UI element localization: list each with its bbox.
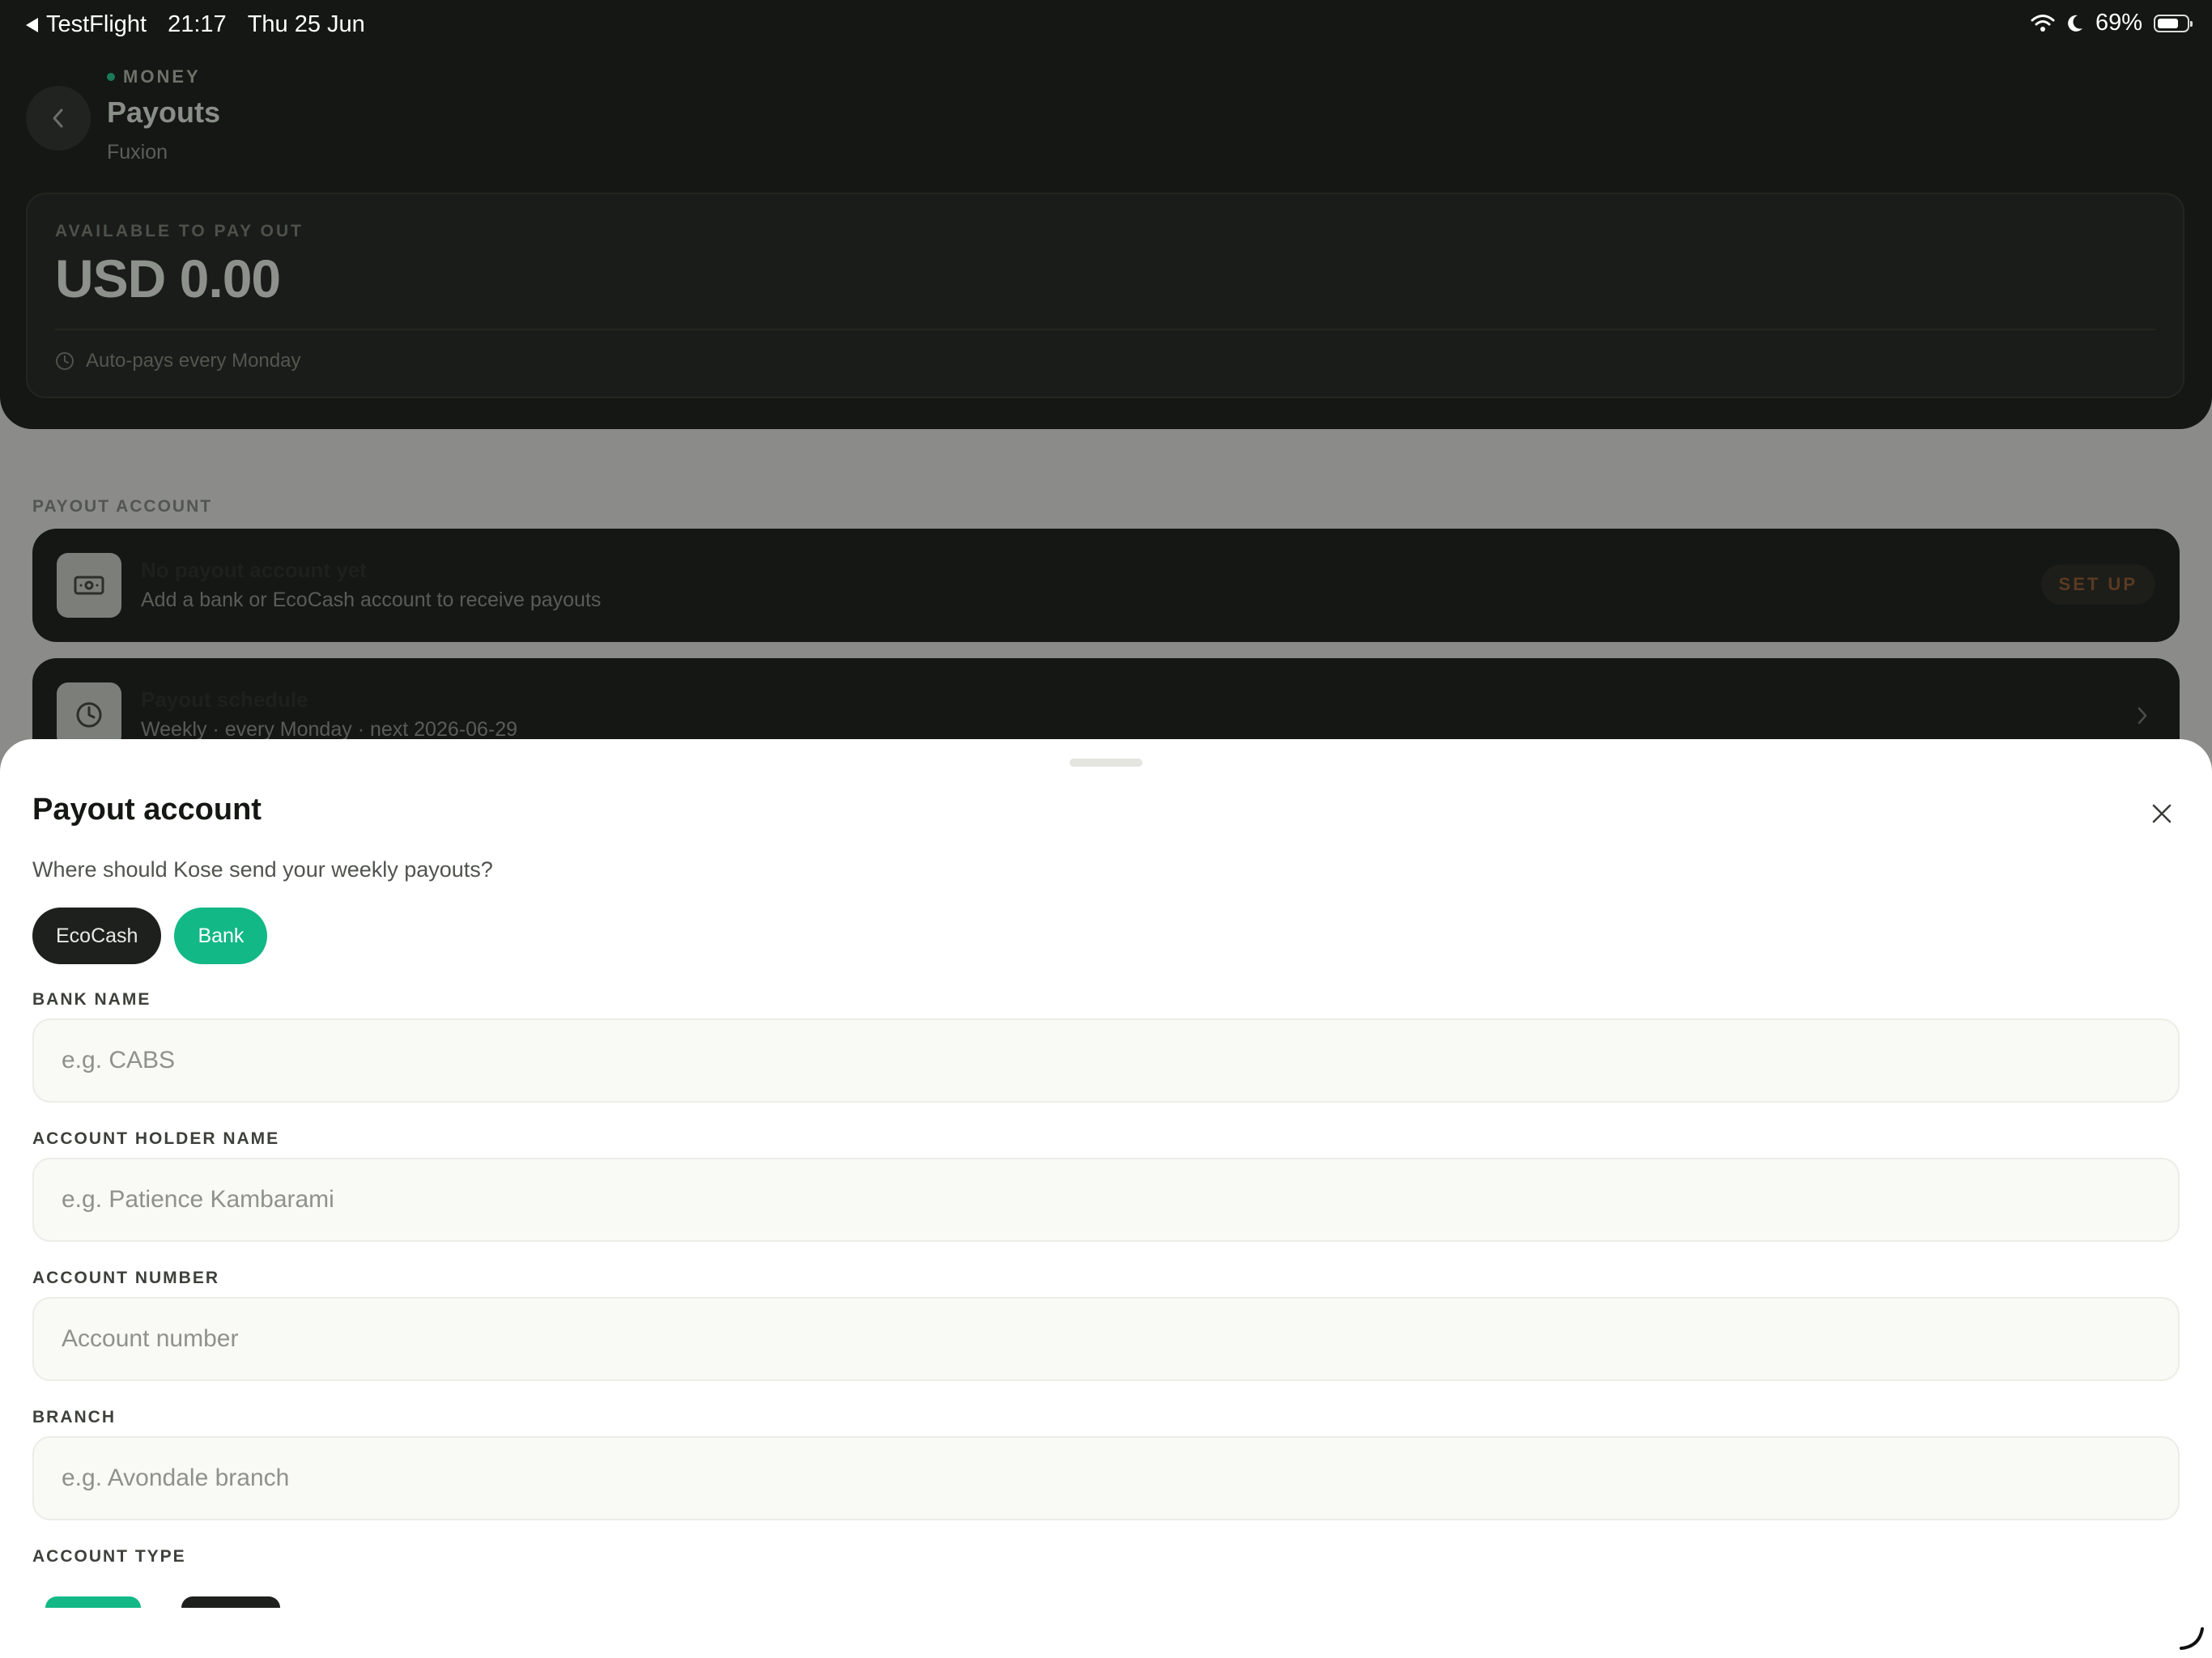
status-dot-icon — [107, 73, 115, 81]
account-number-label: ACCOUNT NUMBER — [32, 1269, 219, 1287]
balance-amount: USD 0.00 — [55, 249, 281, 308]
clock-icon — [56, 352, 74, 370]
status-time: 21:17 — [168, 11, 227, 37]
auto-pay-note: Auto-pays every Monday — [55, 350, 300, 372]
account-number-input[interactable] — [32, 1297, 2180, 1381]
battery-icon — [2154, 14, 2193, 32]
wifi-icon — [2031, 14, 2055, 32]
bank-name-input[interactable] — [32, 1018, 2180, 1103]
moon-icon — [2068, 15, 2082, 32]
account-holder-input[interactable] — [32, 1158, 2180, 1242]
status-date: Thu 25 Jun — [247, 11, 365, 37]
divider — [55, 329, 2155, 330]
account-type-option[interactable] — [45, 1596, 141, 1608]
payouts-header-panel: MONEY Payouts Fuxion AVAILABLE TO PAY OU… — [0, 0, 2212, 429]
close-icon — [2152, 804, 2172, 823]
branch-input[interactable] — [32, 1436, 2180, 1520]
payout-account-sheet: Payout account Where should Kose send yo… — [0, 739, 2212, 1658]
payout-schedule-title: Payout schedule — [141, 687, 308, 712]
back-app-label[interactable]: TestFlight — [46, 11, 147, 38]
payout-account-title: No payout account yet — [141, 558, 367, 582]
payout-account-section-label: PAYOUT ACCOUNT — [32, 497, 213, 516]
close-button[interactable] — [2144, 796, 2180, 831]
bank-name-label: BANK NAME — [32, 990, 151, 1009]
method-ecocash-button[interactable]: EcoCash — [32, 908, 162, 964]
corner-grabber-icon — [2180, 1627, 2204, 1650]
account-type-label: ACCOUNT TYPE — [32, 1547, 186, 1566]
balance-label: AVAILABLE TO PAY OUT — [55, 222, 304, 240]
status-bar: TestFlight 21:17 Thu 25 Jun 69% — [0, 0, 2212, 52]
branch-label: BRANCH — [32, 1408, 116, 1426]
banknote-icon — [57, 553, 121, 618]
payout-account-card[interactable]: No payout account yet Add a bank or EcoC… — [32, 529, 2180, 642]
back-button[interactable] — [26, 86, 91, 151]
account-holder-label: ACCOUNT HOLDER NAME — [32, 1129, 280, 1148]
account-type-option[interactable] — [181, 1596, 280, 1608]
sheet-subtitle: Where should Kose send your weekly payou… — [32, 857, 493, 882]
sheet-title: Payout account — [32, 793, 262, 827]
chevron-right-icon — [2138, 707, 2147, 725]
page-subtitle: Fuxion — [107, 141, 168, 164]
auto-pay-text: Auto-pays every Monday — [86, 350, 301, 372]
method-bank-button[interactable]: Bank — [174, 908, 268, 964]
sheet-grabber[interactable] — [1070, 759, 1142, 767]
balance-card: AVAILABLE TO PAY OUT USD 0.00 Auto-pays … — [26, 193, 2184, 398]
page-title: Payouts — [107, 96, 221, 129]
clock-icon — [57, 682, 121, 747]
payout-schedule-subtitle: Weekly · every Monday · next 2026-06-29 — [141, 718, 518, 741]
back-to-app-icon[interactable] — [26, 17, 38, 32]
section-kicker: MONEY — [107, 66, 201, 87]
chevron-left-icon — [53, 108, 63, 128]
set-up-button[interactable]: SET UP — [2040, 564, 2155, 605]
kicker-label: MONEY — [123, 66, 201, 87]
payout-method-selector: EcoCash Bank — [32, 908, 268, 964]
payout-account-subtitle: Add a bank or EcoCash account to receive… — [141, 589, 602, 611]
battery-percent: 69% — [2095, 10, 2142, 36]
